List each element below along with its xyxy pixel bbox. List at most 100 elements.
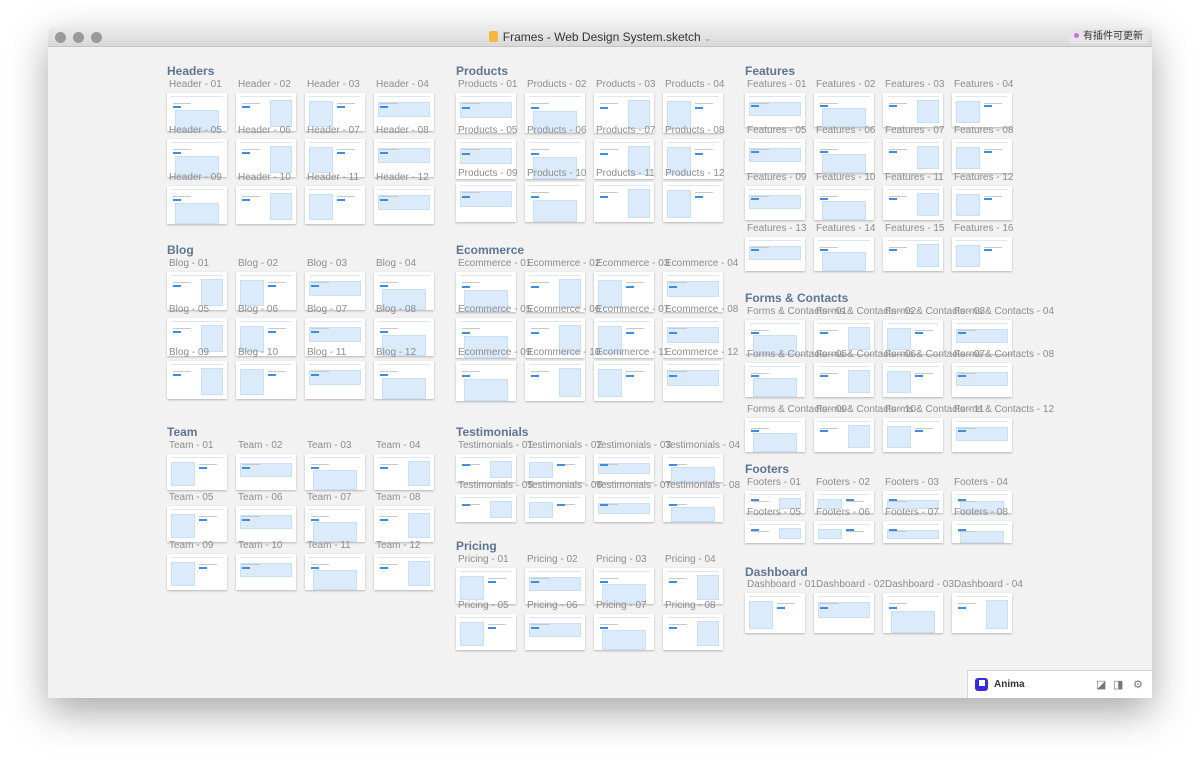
frame-thumbnail[interactable] [236,554,296,590]
frame-thumbnail[interactable] [952,186,1012,220]
frame-thumbnail[interactable] [167,186,227,224]
frame-thumbnail[interactable] [236,506,296,542]
image-placeholder [309,101,333,127]
frame-thumbnail[interactable] [594,454,654,482]
frame-thumbnail[interactable] [374,454,434,490]
frame-thumbnail[interactable] [663,182,723,222]
frame-thumbnail[interactable] [525,361,585,401]
image-placeholder [960,530,1004,543]
wireframe-nav [956,366,1008,367]
frame-thumbnail[interactable] [167,454,227,490]
frame-thumbnail[interactable] [236,361,296,399]
frame-thumbnail[interactable] [745,186,805,220]
frame-thumbnail[interactable] [374,506,434,542]
frame-thumbnail[interactable] [663,568,723,604]
frame-thumbnail[interactable] [663,361,723,401]
gear-icon[interactable]: ⚙ [1133,678,1143,691]
frame-thumbnail[interactable] [374,554,434,590]
frame-thumbnail[interactable] [594,182,654,222]
frame-thumbnail[interactable] [883,237,943,271]
wireframe-text-line [889,196,907,197]
frame-thumbnail[interactable] [305,454,365,490]
wireframe-button [600,196,608,198]
frame-thumbnail[interactable] [814,363,874,397]
frame-thumbnail[interactable] [374,186,434,224]
resize-icon[interactable]: ◪ [1096,678,1106,691]
frame-thumbnail[interactable] [745,593,805,633]
frame-thumbnail[interactable] [167,361,227,399]
frame-thumbnail[interactable] [594,614,654,650]
wireframe-button [984,150,992,153]
panel-icon[interactable]: ◨ [1113,678,1123,691]
plugin-update-badge[interactable]: 有插件可更新 [1069,29,1148,44]
wireframe-text-line [462,371,480,372]
frame-thumbnail[interactable] [525,494,585,522]
frame-thumbnail[interactable] [305,361,365,399]
frame-thumbnail[interactable] [236,454,296,490]
frame-thumbnail[interactable] [374,361,434,399]
frame-thumbnail[interactable] [883,93,943,127]
frame-thumbnail[interactable] [745,521,805,543]
frame-thumbnail[interactable] [663,454,723,482]
frame-thumbnail[interactable] [525,182,585,222]
frame-thumbnail[interactable] [456,494,516,522]
frame-thumbnail[interactable] [883,593,943,633]
wireframe-text-line [462,103,480,104]
frame-thumbnail[interactable] [525,454,585,482]
frame-thumbnail[interactable] [745,237,805,271]
frame-thumbnail[interactable] [456,568,516,604]
frame-thumbnail[interactable] [883,418,943,452]
wireframe-nav [460,571,512,572]
frame-thumbnail[interactable] [952,593,1012,633]
frame-thumbnail[interactable] [305,554,365,590]
image-placeholder [753,433,797,452]
frame-thumbnail[interactable] [456,361,516,401]
frame-thumbnail[interactable] [305,186,365,224]
frame-thumbnail[interactable] [814,237,874,271]
frame-thumbnail[interactable] [883,186,943,220]
frame-thumbnail[interactable] [952,139,1012,173]
window-title[interactable]: Frames - Web Design System.sketch ⌄ [48,30,1152,44]
frame-thumbnail[interactable] [952,418,1012,452]
wireframe-text-line [531,282,549,283]
wireframe-nav [956,596,1008,597]
frame-thumbnail[interactable] [814,93,874,127]
frame-thumbnail[interactable] [525,568,585,604]
frame-thumbnail[interactable] [883,363,943,397]
frame-thumbnail[interactable] [456,454,516,482]
frame-thumbnail[interactable] [663,614,723,650]
frame-thumbnail[interactable] [745,418,805,452]
frame-thumbnail[interactable] [594,361,654,401]
frame-thumbnail[interactable] [745,139,805,173]
frame-thumbnail[interactable] [883,521,943,543]
frame-thumbnail[interactable] [663,494,723,522]
frame-thumbnail[interactable] [456,614,516,650]
frame-thumbnail[interactable] [594,568,654,604]
frame-thumbnail[interactable] [952,93,1012,127]
frame-thumbnail[interactable] [525,614,585,650]
frame-thumbnail[interactable] [305,506,365,542]
frame-thumbnail[interactable] [952,237,1012,271]
frame-thumbnail[interactable] [883,139,943,173]
frame-thumbnail[interactable] [167,554,227,590]
frame-thumbnail[interactable] [814,418,874,452]
wireframe-nav [887,189,939,190]
section-title: Products [456,64,509,78]
frame-thumbnail[interactable] [814,139,874,173]
frame-thumbnail[interactable] [236,186,296,224]
artboard-canvas[interactable]: Headers Header - 01 Header - 02 Header - 03… [48,47,1152,698]
frame-thumbnail[interactable] [167,506,227,542]
wireframe-button [669,286,677,288]
frame-thumbnail[interactable] [456,182,516,222]
wireframe-nav [240,275,292,276]
frame-thumbnail[interactable] [594,494,654,522]
frame-thumbnail[interactable] [952,363,1012,397]
wireframe-button [820,197,828,200]
frame-thumbnail[interactable] [814,593,874,633]
frame-thumbnail[interactable] [814,186,874,220]
frame-thumbnail[interactable] [745,363,805,397]
frame-thumbnail[interactable] [952,521,1012,543]
frame-thumbnail[interactable] [814,521,874,543]
frame-thumbnail[interactable] [745,93,805,127]
wireframe-button [462,107,470,109]
